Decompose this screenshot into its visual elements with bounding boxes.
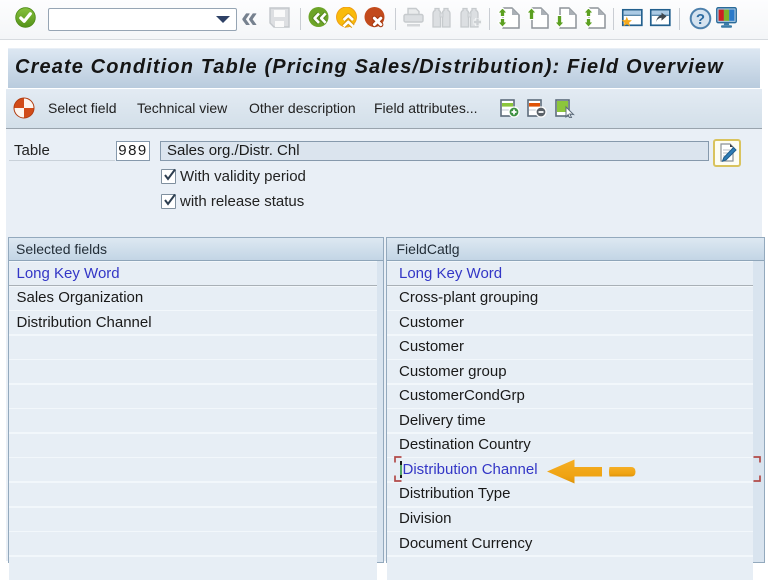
svg-text:?: ?: [696, 11, 705, 28]
